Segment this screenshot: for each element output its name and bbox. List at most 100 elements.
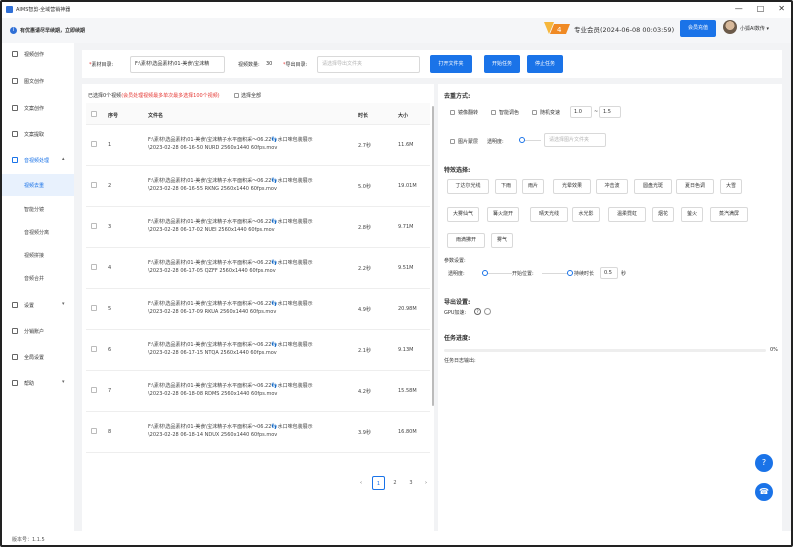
effect-chip[interactable]: 圆盘光斑 [634,179,672,194]
effect-chip[interactable]: 大雾仙气 [447,207,479,222]
sidebar-subitem-video-join[interactable]: 视频拼接 [2,244,74,266]
table-row[interactable]: 3 F:\素材\选品素材\01-美食\宝沫精子水平面积采～06.22👣水口味包装展… [86,207,430,248]
param-start-knob[interactable] [567,270,573,276]
pager-page-2[interactable]: 2 [389,476,401,490]
export-dir-input[interactable]: 请选择导出文件夹 [317,56,420,73]
close-icon[interactable]: ✕ [778,5,785,13]
effect-chip[interactable]: 水光影 [572,207,600,222]
effect-chip[interactable]: 夏日色调 [676,179,714,194]
table-row[interactable]: 8 F:\素材\选品素材\01-美食\宝沫精子水平面积采～06.22👣水口味包装展… [86,412,430,453]
effect-chip[interactable]: 光晕效果 [553,179,591,194]
effects-title: 特效选择: [444,167,471,174]
customer-service-icon[interactable]: ☎ [755,483,773,501]
effect-chip[interactable]: 晴天光线 [530,207,568,222]
sidebar-item-label: 文案创作 [24,106,45,112]
table-scrollbar[interactable] [432,106,434,406]
sidebar-subitem-audio-merge[interactable]: 音频合并 [2,267,74,289]
username[interactable]: 小狐AI数传 ▾ [740,25,769,32]
speed-max-input[interactable]: 1.5 [599,106,621,118]
effect-chip[interactable]: 下雨 [495,179,517,194]
pager-next[interactable]: › [421,476,431,490]
row-checkbox[interactable] [91,182,97,188]
filename-part: 水口味包装展示 [277,342,313,348]
sidebar-item-settings[interactable]: 设置 ▾ [2,294,74,316]
row-checkbox[interactable] [91,141,97,147]
row-filename: F:\素材\选品素材\01-美食\宝沫精子水平面积采～06.22👣水口味包装展示… [148,259,348,275]
effect-chip[interactable]: 萤火 [681,207,703,222]
sidebar-item-help[interactable]: 帮助 ▾ [2,372,74,394]
speed-min-input[interactable]: 1.0 [570,106,592,118]
random-speed-checkbox[interactable]: 随机变速 [532,109,560,116]
effect-chip[interactable]: 冲击波 [596,179,628,194]
document-icon [12,105,18,111]
open-folder-button[interactable]: 打开文件夹 [430,55,472,73]
notice-text[interactable]: 有优惠请尽早续期，立即续期 [20,27,85,34]
effect-chip[interactable]: 雾气 [491,233,513,248]
effect-chip[interactable]: 温柔霓虹 [608,207,646,222]
row-checkbox[interactable] [91,346,97,352]
image-mask-label: 图片蒙层 [458,139,479,145]
gpu-radio[interactable] [484,308,491,315]
header-index: 序号 [108,113,119,119]
row-checkbox[interactable] [91,305,97,311]
sidebar-item-global-settings[interactable]: 全局设置 [2,346,74,368]
filename-part: F:\素材\选品素材\01-美食\宝沫精子水平面积采～06.22 [148,137,272,143]
row-checkbox[interactable] [91,428,97,434]
table-row[interactable]: 4 F:\素材\选品素材\01-美食\宝沫精子水平面积采～06.22👣水口味包装展… [86,248,430,289]
row-checkbox[interactable] [91,223,97,229]
effect-chip[interactable]: 篝火烧开 [487,207,519,222]
start-task-button[interactable]: 开始任务 [484,55,520,73]
param-opacity-knob[interactable] [482,270,488,276]
mask-folder-input[interactable]: 请选择图片文件夹 [544,133,606,147]
sidebar-item-video-create[interactable]: 视频创作 [2,43,74,65]
row-index: 2 [108,183,112,189]
stop-task-button[interactable]: 停止任务 [527,55,563,73]
effect-chip[interactable]: 大雪 [720,179,742,194]
effect-chip[interactable]: 烟花 [652,207,674,222]
table-row[interactable]: 7 F:\素材\选品素材\01-美食\宝沫精子水平面积采～06.22👣水口味包装展… [86,371,430,412]
sidebar-item-av-processing[interactable]: 音视频处理 ▴ [2,149,74,171]
sidebar-subitem-label: 视频去重 [24,183,45,189]
sidebar-subitem-label: 智能分镜 [24,207,45,213]
row-checkbox[interactable] [91,264,97,270]
help-float-button[interactable]: ? [755,454,773,472]
gpu-help-icon[interactable]: ? [474,308,481,315]
progress-title: 任务进度: [444,335,471,342]
table-row[interactable]: 5 F:\素材\选品素材\01-美食\宝沫精子水平面积采～06.22👣水口味包装展… [86,289,430,330]
smart-color-checkbox[interactable]: 智能调色 [491,109,519,116]
sidebar-item-copywriting[interactable]: 文案创作 [2,97,74,119]
sidebar-subitem-dedup[interactable]: 视频去重 [2,174,74,196]
material-dir-input[interactable]: F:\素材\选品素材\01-美食\宝沫精 [130,56,225,73]
row-checkbox[interactable] [91,387,97,393]
param-duration-input[interactable]: 0.5 [600,267,618,279]
sidebar-subitem-storyboard[interactable]: 智能分镜 [2,198,74,220]
dedup-title: 去重方式: [444,93,471,100]
sidebar-subitem-av-split[interactable]: 音视频分离 [2,221,74,243]
effect-chip[interactable]: 丁达尔光线 [447,179,489,194]
effect-chip[interactable]: 雨片 [522,179,544,194]
pager-page-3[interactable]: 3 [405,476,417,490]
sidebar-item-image-text[interactable]: 图文创作 [2,70,74,92]
table-row[interactable]: 1 F:\素材\选品素材\01-美食\宝沫精子水平面积采～06.22👣水口味包装展… [86,125,430,166]
effect-chip[interactable]: 蒸汽满屏 [710,207,748,222]
param-start-slider[interactable] [542,273,570,274]
table-row[interactable]: 2 F:\素材\选品素材\01-美食\宝沫精子水平面积采～06.22👣水口味包装展… [86,166,430,207]
filename-part: \2023-02-28 06-17-05 QZFF 2560x1440 60fp… [148,268,276,274]
maximize-icon[interactable]: □ [757,5,765,13]
renew-button[interactable]: 会员充值 [680,20,716,37]
pager-prev[interactable]: ‹ [356,476,366,490]
pager-page-1[interactable]: 1 [372,476,385,490]
table-row[interactable]: 6 F:\素材\选品素材\01-美食\宝沫精子水平面积采～06.22👣水口味包装展… [86,330,430,371]
minimize-icon[interactable]: — [735,5,743,13]
select-all-checkbox[interactable]: 选择全部 [234,92,261,99]
avatar[interactable] [723,20,737,34]
header-checkbox[interactable] [91,111,97,117]
effect-chip[interactable]: 雨滴拂开 [447,233,485,248]
mirror-checkbox[interactable]: 镜像翻转 [450,109,478,116]
sidebar-item-distribution[interactable]: 分销账户 [2,320,74,342]
image-mask-checkbox[interactable]: 图片蒙层 [450,138,478,145]
mask-opacity-knob[interactable] [519,137,525,143]
row-size: 9.13M [398,347,414,353]
sidebar-item-extract[interactable]: 文案提取 [2,123,74,145]
selection-limit-note: (会员处理视频最多单次最多选择100个视频) [121,93,220,99]
